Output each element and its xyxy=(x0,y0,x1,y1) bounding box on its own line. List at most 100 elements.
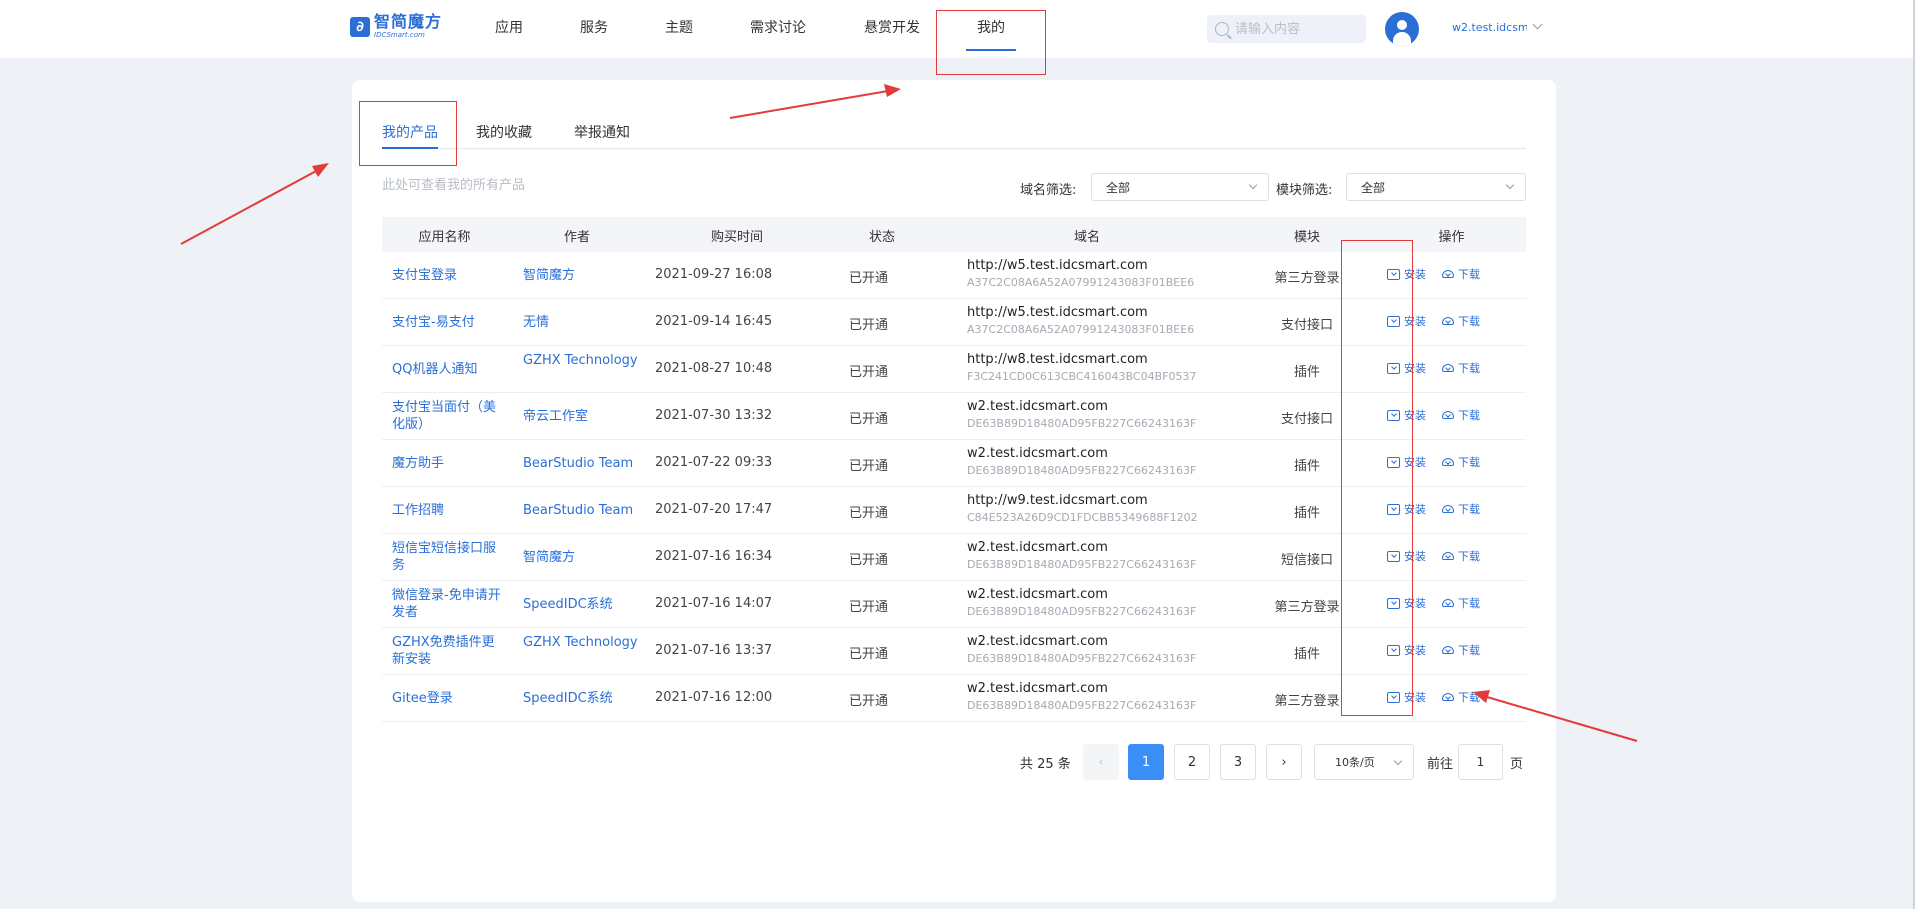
domain-filter-label: 域名筛选: xyxy=(1020,183,1077,198)
author-link[interactable]: BearStudio Team xyxy=(523,455,643,472)
purchase-time: 2021-09-27 16:08 xyxy=(655,267,773,282)
search-icon xyxy=(1215,22,1229,36)
author-link[interactable]: GZHX Technology xyxy=(523,634,643,651)
nav-themes[interactable]: 主题 xyxy=(665,17,693,37)
download-button[interactable]: 下载 xyxy=(1442,642,1480,658)
chevron-down-icon xyxy=(1248,180,1258,190)
annotation-box-mine-nav xyxy=(936,10,1046,75)
download-button[interactable]: 下载 xyxy=(1442,689,1480,705)
author-link[interactable]: BearStudio Team xyxy=(523,502,643,519)
tab-my-favorites[interactable]: 我的收藏 xyxy=(476,122,532,142)
purchase-time: 2021-07-16 16:34 xyxy=(655,549,773,564)
annotation-box-install-column xyxy=(1341,240,1413,716)
app-name-link[interactable]: QQ机器人通知 xyxy=(392,361,507,378)
logo-text: 智简魔方 xyxy=(374,12,443,31)
status-text: 已开通 xyxy=(849,459,889,474)
download-button[interactable]: 下载 xyxy=(1442,313,1480,329)
app-name-link[interactable]: 工作招聘 xyxy=(392,502,507,519)
download-button[interactable]: 下载 xyxy=(1442,501,1480,517)
author-link[interactable]: 帝云工作室 xyxy=(523,408,643,425)
status-text: 已开通 xyxy=(849,365,889,380)
logo-icon: ∂ xyxy=(350,16,370,37)
download-button[interactable]: 下载 xyxy=(1442,595,1480,611)
goto-suffix: 页 xyxy=(1510,757,1524,772)
license-key: DE63B89D18480AD95FB227C66243163F xyxy=(967,464,1197,477)
license-key: C84E523A26D9CD1FDCBB5349688F1202 xyxy=(967,511,1198,524)
author-link[interactable]: 智简魔方 xyxy=(523,267,643,284)
domain-text: w2.test.idcsmart.com xyxy=(967,399,1108,414)
purchase-time: 2021-07-16 12:00 xyxy=(655,690,773,705)
download-icon xyxy=(1442,270,1454,278)
module-text: 插件 xyxy=(1293,647,1320,662)
page-button[interactable]: 3 xyxy=(1220,744,1256,780)
author-link[interactable]: GZHX Technology xyxy=(523,352,643,369)
app-name-link[interactable]: 魔方助手 xyxy=(392,455,507,472)
page-button[interactable]: 2 xyxy=(1174,744,1210,780)
module-text: 插件 xyxy=(1293,459,1320,474)
purchase-time: 2021-07-22 09:33 xyxy=(655,455,773,470)
page-button[interactable]: 1 xyxy=(1128,744,1164,780)
nav-apps[interactable]: 应用 xyxy=(495,17,523,37)
annotation-arrow xyxy=(180,169,319,245)
module-text: 第三方登录 xyxy=(1274,271,1340,286)
module-text: 插件 xyxy=(1293,506,1320,521)
chevron-down-icon xyxy=(1393,756,1403,766)
search-box[interactable] xyxy=(1207,15,1366,43)
total-count: 共 25 条 xyxy=(1020,757,1071,772)
nav-discussions[interactable]: 需求讨论 xyxy=(750,17,806,37)
prev-page-button[interactable]: ‹ xyxy=(1083,744,1119,780)
purchase-time: 2021-07-30 13:32 xyxy=(655,408,773,423)
domain-text: w2.test.idcsmart.com xyxy=(967,634,1108,649)
domain-text: w2.test.idcsmart.com xyxy=(967,446,1108,461)
domain-filter-select[interactable]: 全部 xyxy=(1091,173,1269,201)
app-name-link[interactable]: GZHX免费插件更新安装 xyxy=(392,634,507,668)
download-icon xyxy=(1442,552,1454,560)
license-key: DE63B89D18480AD95FB227C66243163F xyxy=(967,558,1197,571)
download-icon xyxy=(1442,317,1454,325)
column-header: 状态 xyxy=(868,230,895,245)
module-filter-select[interactable]: 全部 xyxy=(1346,173,1526,201)
app-name-link[interactable]: Gitee登录 xyxy=(392,690,507,707)
download-button[interactable]: 下载 xyxy=(1442,548,1480,564)
search-input[interactable] xyxy=(1235,21,1355,37)
app-name-link[interactable]: 短信宝短信接口服务 xyxy=(392,540,507,574)
download-button[interactable]: 下载 xyxy=(1442,454,1480,470)
status-text: 已开通 xyxy=(849,600,889,615)
next-page-button[interactable]: › xyxy=(1266,744,1302,780)
purchase-time: 2021-07-16 13:37 xyxy=(655,643,773,658)
author-link[interactable]: SpeedIDC系统 xyxy=(523,690,643,707)
author-link[interactable]: SpeedIDC系统 xyxy=(523,596,643,613)
nav-services[interactable]: 服务 xyxy=(580,17,608,37)
purchase-time: 2021-09-14 16:45 xyxy=(655,314,773,329)
user-name[interactable]: w2.test.idcsmart.com xyxy=(1452,21,1527,34)
purchase-time: 2021-08-27 10:48 xyxy=(655,361,773,376)
purchase-time: 2021-07-20 17:47 xyxy=(655,502,773,517)
license-key: DE63B89D18480AD95FB227C66243163F xyxy=(967,417,1197,430)
column-header: 域名 xyxy=(1073,230,1100,245)
nav-bounty[interactable]: 悬赏开发 xyxy=(864,17,920,37)
column-header: 购买时间 xyxy=(710,230,763,245)
goto-page-input[interactable] xyxy=(1458,744,1503,780)
license-key: F3C241CD0C613CBC416043BC04BF0537 xyxy=(967,370,1197,383)
purchase-time: 2021-07-16 14:07 xyxy=(655,596,773,611)
app-name-link[interactable]: 支付宝-易支付 xyxy=(392,314,507,331)
status-text: 已开通 xyxy=(849,553,889,568)
chevron-down-icon[interactable] xyxy=(1532,19,1543,30)
page-hint: 此处可查看我的所有产品 xyxy=(382,178,526,193)
tab-bar: 我的产品 我的收藏 举报通知 xyxy=(382,122,1526,149)
app-name-link[interactable]: 支付宝当面付（美化版） xyxy=(392,399,507,433)
avatar[interactable] xyxy=(1385,12,1419,46)
app-name-link[interactable]: 支付宝登录 xyxy=(392,267,507,284)
author-link[interactable]: 智简魔方 xyxy=(523,549,643,566)
page-size-select[interactable]: 10条/页 xyxy=(1314,744,1414,780)
logo-subtext: IDCSmart.com xyxy=(374,31,425,39)
download-button[interactable]: 下载 xyxy=(1442,407,1480,423)
license-key: DE63B89D18480AD95FB227C66243163F xyxy=(967,699,1197,712)
tab-report-notices[interactable]: 举报通知 xyxy=(574,122,630,142)
logo[interactable]: ∂ 智简魔方 IDCSmart.com xyxy=(350,14,442,39)
download-button[interactable]: 下载 xyxy=(1442,360,1480,376)
module-text: 第三方登录 xyxy=(1274,600,1340,615)
download-button[interactable]: 下载 xyxy=(1442,266,1480,282)
app-name-link[interactable]: 微信登录-免申请开发者 xyxy=(392,587,507,621)
author-link[interactable]: 无情 xyxy=(523,314,643,331)
